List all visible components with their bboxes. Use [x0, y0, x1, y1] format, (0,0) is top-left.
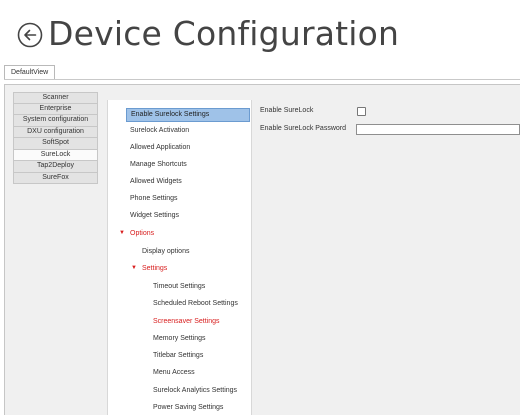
sidebar-item-scanner[interactable]: Scanner [13, 92, 98, 104]
tree-item-display-options[interactable]: Display options [142, 247, 189, 257]
tree-item-widget-settings[interactable]: Widget Settings [130, 211, 179, 221]
sidebar-item-surelock[interactable]: SureLock [13, 149, 98, 161]
sidebar-item-surefox[interactable]: SureFox [13, 172, 98, 184]
tree-item-options[interactable]: Options [130, 229, 154, 239]
tree-item-titlebar-settings[interactable]: Titlebar Settings [153, 351, 203, 361]
settings-tree: Enable Surelock Settings Surelock Activa… [107, 100, 252, 415]
tree-item-surelock-activation[interactable]: Surelock Activation [130, 126, 189, 136]
tree-item-settings[interactable]: Settings [142, 264, 167, 274]
page-title: Device Configuration [48, 14, 400, 53]
enable-surelock-checkbox[interactable] [357, 107, 366, 116]
expand-arrow-icon[interactable]: ▼ [131, 265, 137, 271]
tree-item-screensaver-settings[interactable]: Screensaver Settings [153, 317, 220, 327]
sidebar-item-enterprise[interactable]: Enterprise [13, 103, 98, 115]
tree-item-surelock-analytics-settings[interactable]: Surelock Analytics Settings [153, 386, 237, 396]
tree-item-power-saving-settings[interactable]: Power Saving Settings [153, 403, 223, 413]
tree-item-phone-settings[interactable]: Phone Settings [130, 194, 177, 204]
back-arrow-icon[interactable] [17, 22, 43, 48]
tree-item-allowed-widgets[interactable]: Allowed Widgets [130, 177, 182, 187]
tree-item-allowed-application[interactable]: Allowed Application [130, 143, 190, 153]
enable-surelock-password-label: Enable SureLock Password [260, 125, 346, 132]
sidebar: Scanner Enterprise System configuration … [13, 92, 98, 184]
header: Device Configuration [0, 0, 520, 62]
sidebar-item-system-configuration[interactable]: System configuration [13, 115, 98, 127]
sidebar-item-dxu-configuration[interactable]: DXU configuration [13, 126, 98, 138]
expand-arrow-icon[interactable]: ▼ [119, 230, 125, 236]
tree-item-memory-settings[interactable]: Memory Settings [153, 334, 206, 344]
surelock-password-input[interactable] [356, 124, 520, 135]
tree-item-timeout-settings[interactable]: Timeout Settings [153, 282, 205, 292]
sidebar-item-softspot[interactable]: SoftSpot [13, 138, 98, 150]
sidebar-item-tap2deploy[interactable]: Tap2Deploy [13, 161, 98, 173]
tab-divider [4, 79, 520, 80]
tree-item-scheduled-reboot-settings[interactable]: Scheduled Reboot Settings [153, 299, 238, 309]
tree-item-manage-shortcuts[interactable]: Manage Shortcuts [130, 160, 187, 170]
tree-item-enable-surelock-settings[interactable]: Enable Surelock Settings [126, 108, 250, 122]
tab-defaultview[interactable]: DefaultView [4, 65, 56, 79]
enable-surelock-label: Enable SureLock [260, 107, 314, 114]
tree-item-menu-access[interactable]: Menu Access [153, 368, 195, 378]
